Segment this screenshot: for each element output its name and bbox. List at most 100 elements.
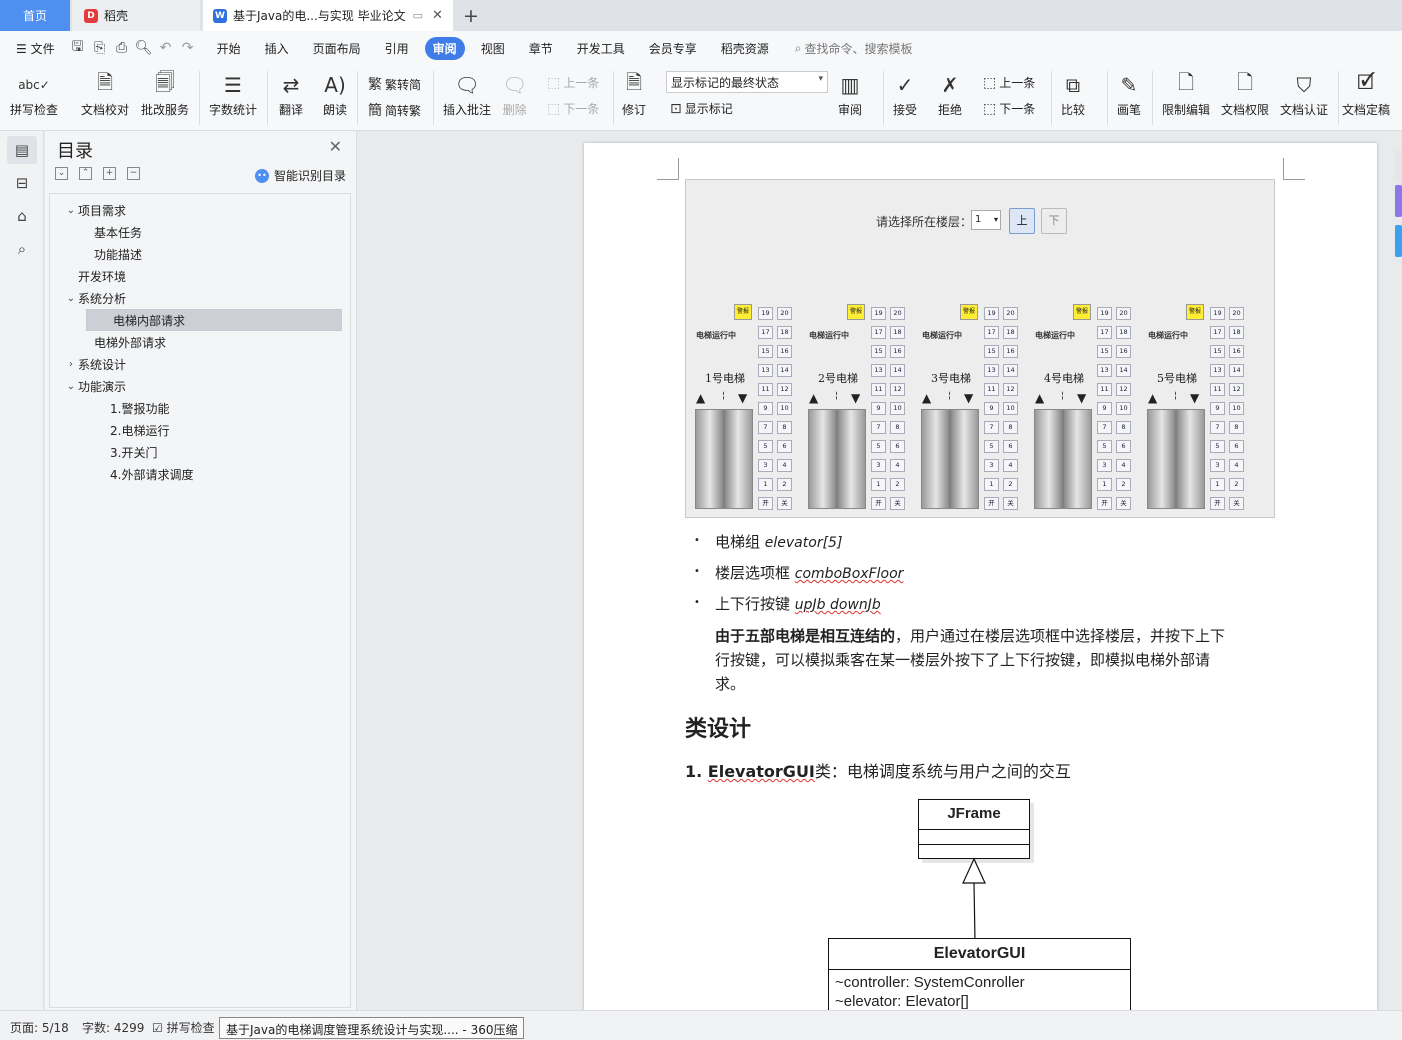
toc-item[interactable]: 1.警报功能 [50, 397, 169, 419]
floor-button: 7 [984, 421, 999, 434]
prev-comment-button[interactable]: ⬚ 上一条 [547, 74, 599, 91]
expand-icon[interactable]: ⌄ [55, 167, 68, 180]
new-tab-button[interactable]: + [458, 0, 484, 31]
checkbox-icon: ☑ [152, 1021, 163, 1035]
next-comment-button[interactable]: ⬚ 下一条 [547, 100, 599, 117]
menu-item-9[interactable]: 稻壳资源 [713, 37, 777, 60]
finalize-button[interactable]: 🗹 文档定稿 [1342, 69, 1390, 118]
menu-item-5[interactable]: 视图 [473, 37, 513, 60]
reject-button[interactable]: ✗ 拒绝 [938, 69, 962, 118]
tab-float-icon[interactable]: ▭ [413, 9, 423, 22]
bookmark-icon[interactable]: ⌂ [7, 202, 37, 230]
toc-item[interactable]: 电梯内部请求 [86, 309, 342, 331]
prev-change-button[interactable]: ⬚ 上一条 [983, 74, 1035, 91]
spell-check-status[interactable]: ☑ 拼写检查 [152, 1019, 215, 1036]
remove-heading-icon[interactable]: − [127, 167, 140, 180]
add-heading-icon[interactable]: + [103, 167, 116, 180]
menu-item-4[interactable]: 审阅 [424, 36, 465, 60]
doc-permission-button[interactable]: 🗋 文档权限 [1221, 69, 1269, 118]
pen-button[interactable]: ✎ 画笔 [1117, 69, 1141, 118]
toc-item[interactable]: ⌄ 项目需求 [50, 199, 126, 221]
floor-button: 4 [1003, 459, 1018, 472]
menu-item-0[interactable]: 开始 [209, 37, 249, 60]
floor-button: 15 [871, 345, 886, 358]
markup-display-select[interactable]: 显示标记的最终状态 ▾ [666, 71, 828, 93]
tab-home[interactable]: 首页 [0, 0, 70, 31]
export-pdf-icon[interactable]: ⎘ [91, 40, 109, 56]
tab-close-icon[interactable]: ✕ [432, 8, 443, 23]
read-aloud-button[interactable]: A) 朗读 [323, 69, 347, 118]
redo-icon[interactable]: ↷ [179, 40, 197, 56]
undo-icon[interactable]: ↶ [157, 40, 175, 56]
tab-daoke[interactable]: D 稻壳 [72, 0, 200, 31]
page-indicator[interactable]: 页面: 5/18 [10, 1019, 69, 1036]
elevator-column: 警报 电梯运行中 5号电梯 ▲ ¦ ▼ 19 20 17 18 15 16 13 14 11 12 9 10 7 8 5… [1147, 302, 1251, 512]
status-bar: 页面: 5/18 字数: 4299 ☑ 拼写检查 [0, 1010, 1402, 1040]
toc-item[interactable]: 开发环境 [50, 265, 126, 287]
simp-to-trad-label: 简转繁 [385, 103, 422, 118]
document-page[interactable]: 请选择所在楼层： 1 ▾ 上 下 警报 电梯运行中 1号电梯 ▲ ¦ ▼ 19 20 17 18 15… [584, 143, 1377, 1010]
toc-item[interactable]: 基本任务 [50, 221, 142, 243]
print-icon[interactable]: ⎙ [113, 40, 131, 56]
uml-jframe-name: JFrame [919, 800, 1029, 830]
proofread-button[interactable]: 🗎 文档校对 [81, 69, 129, 118]
toc-item[interactable]: ⌄ 功能演示 [50, 375, 126, 397]
toc-item[interactable]: › 系统设计 [50, 353, 126, 375]
translate-button[interactable]: ⇄ 翻译 [279, 69, 303, 118]
word-count-button[interactable]: ☰ 字数统计 [209, 69, 257, 118]
compare-button[interactable]: ⧉ 比较 [1061, 69, 1085, 118]
down-button: 下 [1041, 208, 1067, 234]
tab-document[interactable]: W 基于Java的电...与实现 毕业论文 ▭ ✕ [203, 0, 453, 31]
menu-item-7[interactable]: 开发工具 [569, 37, 633, 60]
toc-item[interactable]: 4.外部请求调度 [50, 463, 193, 485]
toc-item[interactable]: 2.电梯运行 [50, 419, 169, 441]
tab-daoke-label: 稻壳 [104, 9, 129, 23]
review-pane-button[interactable]: ▥ 审阅 [838, 69, 862, 118]
restrict-edit-button[interactable]: 🗋 限制编辑 [1162, 69, 1210, 118]
side-tab[interactable] [1395, 150, 1402, 182]
doc-certify-button[interactable]: ⛉ 文档认证 [1280, 69, 1328, 118]
delete-comment-button[interactable]: 🗨 删除 [502, 69, 527, 118]
close-icon[interactable]: ✕ [329, 137, 342, 156]
paragraph-line: 由于五部电梯是相互连结的，用户通过在楼层选项框中选择楼层，并按下上下 [715, 625, 1225, 646]
insert-comment-button[interactable]: 🗨 插入批注 [443, 69, 491, 118]
trad-to-simp-button[interactable]: 繁繁转简 [368, 74, 421, 94]
simp-to-trad-button[interactable]: 簡简转繁 [368, 100, 421, 120]
spell-check-button[interactable]: abc✓ 拼写检查 [10, 69, 58, 118]
save-icon[interactable]: 🖫 [69, 39, 87, 56]
show-marks-button[interactable]: ⊡ 显示标记 [670, 100, 733, 117]
toc-item[interactable]: 3.开关门 [50, 441, 157, 463]
bullet-code: elevator[5] [764, 535, 843, 551]
chevron-icon[interactable]: › [64, 359, 78, 370]
print-preview-icon[interactable]: 🔍︎ [135, 40, 153, 56]
search-placeholder: 查找命令、搜索模板 [804, 41, 913, 56]
menu-item-6[interactable]: 章节 [521, 37, 561, 60]
menu-item-8[interactable]: 会员专享 [641, 37, 705, 60]
track-changes-button[interactable]: 🗎 修订 [622, 69, 646, 118]
toc-item[interactable]: 电梯外部请求 [50, 331, 166, 353]
chevron-icon[interactable]: ⌄ [64, 293, 78, 304]
side-tab[interactable] [1395, 185, 1402, 217]
chevron-icon[interactable]: ⌄ [64, 381, 78, 392]
search-panel-icon[interactable]: ⌕ [7, 235, 37, 263]
menu-item-2[interactable]: 页面布局 [305, 37, 369, 60]
menu-item-3[interactable]: 引用 [377, 37, 417, 60]
toc-panel-icon[interactable]: ▤ [7, 136, 37, 164]
file-menu[interactable]: ☰ 文件 [8, 37, 63, 60]
next-change-button[interactable]: ⬚ 下一条 [983, 100, 1035, 117]
side-tab[interactable] [1395, 225, 1402, 257]
menu-item-1[interactable]: 插入 [257, 37, 297, 60]
toc-item[interactable]: ⌄ 系统分析 [50, 287, 126, 309]
collapse-icon[interactable]: ⌃ [79, 167, 92, 180]
accept-button[interactable]: ✓ 接受 [893, 69, 917, 118]
word-count-indicator[interactable]: 字数: 4299 [82, 1019, 144, 1036]
track-changes-label: 修订 [622, 103, 647, 117]
elevator-name: 2号电梯 [818, 372, 858, 385]
elevator-door [1147, 409, 1205, 509]
chapter-nav-icon[interactable]: ⊟ [7, 169, 37, 197]
toc-item[interactable]: 功能描述 [50, 243, 142, 265]
search-commands[interactable]: ⌕ 查找命令、搜索模板 [795, 40, 913, 57]
review-service-button[interactable]: 🗐 批改服务 [141, 69, 189, 118]
smart-toc-button[interactable]: •• 智能识别目录 [254, 167, 346, 184]
chevron-icon[interactable]: ⌄ [64, 205, 78, 216]
